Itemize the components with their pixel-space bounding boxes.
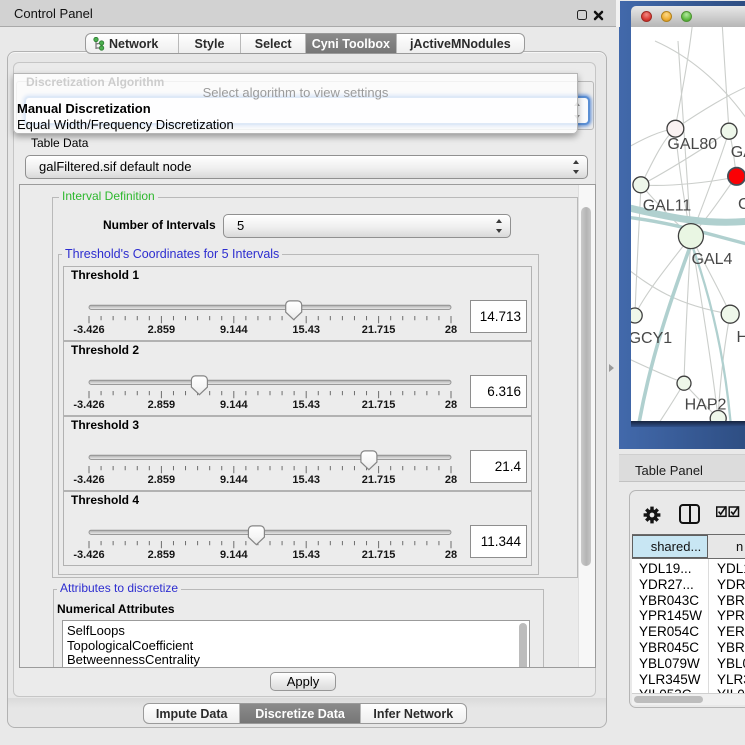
svg-text:GAL4: GAL4 xyxy=(692,251,733,268)
svg-text:GCY1: GCY1 xyxy=(631,330,672,347)
svg-text:21.715: 21.715 xyxy=(362,399,396,411)
svg-text:2.859: 2.859 xyxy=(148,324,176,336)
svg-text:15.43: 15.43 xyxy=(292,474,320,486)
svg-text:-3.426: -3.426 xyxy=(73,549,104,561)
svg-text:28: 28 xyxy=(445,474,457,486)
svg-text:28: 28 xyxy=(445,324,457,336)
svg-text:9.144: 9.144 xyxy=(220,399,248,411)
svg-text:21.715: 21.715 xyxy=(362,549,396,561)
svg-text:2.859: 2.859 xyxy=(148,549,176,561)
svg-text:28: 28 xyxy=(445,399,457,411)
svg-text:15.43: 15.43 xyxy=(292,549,320,561)
svg-text:H: H xyxy=(737,329,745,346)
svg-text:21.715: 21.715 xyxy=(362,474,396,486)
svg-text:21.715: 21.715 xyxy=(362,324,396,336)
svg-text:-3.426: -3.426 xyxy=(73,324,104,336)
svg-text:9.144: 9.144 xyxy=(220,549,248,561)
svg-text:GAL11: GAL11 xyxy=(643,198,692,215)
svg-text:HAP2: HAP2 xyxy=(685,397,727,414)
svg-text:2.859: 2.859 xyxy=(148,399,176,411)
svg-text:GA: GA xyxy=(731,144,745,161)
svg-text:-3.426: -3.426 xyxy=(73,399,104,411)
svg-text:2.859: 2.859 xyxy=(148,474,176,486)
svg-text:28: 28 xyxy=(445,549,457,561)
svg-text:C: C xyxy=(738,196,745,213)
svg-text:9.144: 9.144 xyxy=(220,324,248,336)
svg-text:15.43: 15.43 xyxy=(292,324,320,336)
svg-text:9.144: 9.144 xyxy=(220,474,248,486)
svg-text:15.43: 15.43 xyxy=(292,399,320,411)
svg-text:-3.426: -3.426 xyxy=(73,474,104,486)
svg-text:GAL80: GAL80 xyxy=(667,136,717,153)
